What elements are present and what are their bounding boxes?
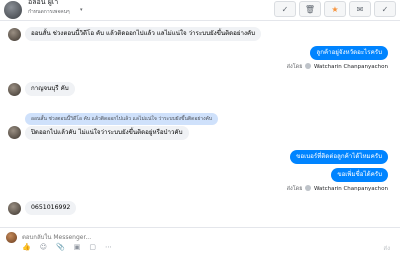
contact-subtitle: กำหนดการเพจคนๆ (28, 9, 70, 15)
toolbar: ✓ 🗑 ★ ✉ ✓ (271, 0, 396, 20)
delete-button[interactable]: 🗑 (299, 1, 321, 17)
conversation-header: อีลอน ผูเา กำหนดการเพจคนๆ ▾ ✓ 🗑 ★ ✉ ✓ (0, 0, 400, 21)
sent-by-prefix: ส่งโดย (286, 64, 303, 70)
sender-avatar (8, 83, 21, 96)
trash-icon: 🗑 (304, 4, 316, 14)
sent-by-name: Watcharin Chanpanyachon (313, 64, 388, 70)
page-avatar (6, 232, 17, 243)
checkmark-icon: ✓ (381, 4, 389, 14)
incoming-message[interactable]: ออนสั้น ช่วงตอนนี้วิดีโอ คับ แล้วติดออกไ… (25, 27, 262, 41)
outgoing-message[interactable]: ลูกค้าอยู่จังหวัดอะไรครับ (310, 46, 388, 60)
check-circle-icon: ✓ (281, 4, 289, 14)
contact-avatar[interactable] (4, 1, 22, 19)
sender-avatar (8, 28, 21, 41)
chevron-down-icon[interactable]: ▾ (80, 7, 83, 13)
contact-name[interactable]: อีลอน ผูเา (28, 0, 58, 8)
mail-icon: ✉ (356, 4, 364, 14)
incoming-message[interactable]: 0651016992 (25, 201, 77, 215)
mail-button[interactable]: ✉ (349, 1, 371, 17)
incoming-message[interactable]: ปิดออกไปแล้วคับ ไม่แน่ใจว่าระบบยังขึ้นติ… (25, 126, 189, 140)
sender-avatar (8, 126, 21, 139)
star-icon: ★ (331, 4, 339, 14)
sender-avatar (8, 202, 21, 215)
outgoing-message[interactable]: ขอเพิ่มชื่อได้ครับ (331, 168, 388, 182)
incoming-message[interactable]: กาญจนบุรี คับ (25, 82, 75, 96)
send-button[interactable]: ส่ง (383, 243, 390, 253)
sent-by-label: ส่งโดย Watcharin Chanpanyachon (287, 185, 388, 193)
reply-composer: 👍 ☺ 📎 ▣ ▢ ⋯ ส่ง (0, 227, 400, 253)
quoted-message[interactable]: ออนสั้น ช่วงตอนนี้วิดีโอ คับ แล้วติดออกไ… (25, 113, 219, 125)
outgoing-message[interactable]: ขอเบอร์ที่ติดต่อลูกค้าได้ไหมครับ (290, 150, 388, 164)
star-button[interactable]: ★ (324, 1, 346, 17)
sent-by-name: Watcharin Chanpanyachon (313, 186, 388, 192)
sent-by-label: ส่งโดย Watcharin Chanpanyachon (287, 63, 388, 71)
sent-by-prefix: ส่งโดย (286, 186, 303, 192)
agent-avatar (305, 185, 312, 191)
agent-avatar (305, 63, 312, 69)
done-button[interactable]: ✓ (374, 1, 396, 17)
check-circle-button[interactable]: ✓ (274, 1, 296, 17)
